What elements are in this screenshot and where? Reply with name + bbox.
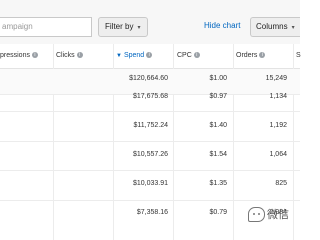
- filter-by-label: Filter by: [105, 22, 134, 31]
- column-header-spend[interactable]: ▼ Spend i: [116, 52, 153, 59]
- spend-cell: $17,675.68: [132, 93, 168, 100]
- spend-cell: $10,557.26: [132, 151, 168, 158]
- column-header-label: Orders: [236, 52, 258, 59]
- wechat-watermark: 微信: [248, 206, 300, 226]
- column-header-label: S: [296, 52, 301, 59]
- cpc-cell: $1.40: [209, 122, 227, 129]
- cpc-cell: $1.00: [209, 75, 227, 82]
- column-header-label: Spend: [123, 52, 145, 59]
- cpc-cell: $0.79: [209, 209, 227, 216]
- column-header-impressions[interactable]: pressions i: [0, 52, 38, 59]
- chevron-down-icon: ▾: [291, 25, 295, 31]
- info-icon[interactable]: i: [193, 52, 200, 58]
- column-header-label: Clicks: [56, 52, 75, 59]
- search-campaign-input[interactable]: ampaign: [0, 17, 92, 37]
- column-header-clicks[interactable]: Clicks i: [56, 52, 83, 59]
- chevron-down-icon: ▾: [137, 25, 141, 31]
- cpc-cell: $1.54: [209, 151, 227, 158]
- orders-cell: 1,134: [269, 93, 287, 100]
- column-header-label: pressions: [0, 52, 30, 59]
- cpc-cell: $0.97: [209, 93, 227, 100]
- cpc-cell: $1.35: [209, 180, 227, 187]
- info-icon[interactable]: i: [146, 52, 153, 58]
- table-row[interactable]: $10,557.26 $1.54 1,064: [0, 142, 300, 171]
- spend-cell: $11,752.24: [133, 122, 168, 129]
- info-icon[interactable]: i: [259, 52, 266, 58]
- column-header-cpc[interactable]: CPC i: [177, 52, 200, 59]
- table-row[interactable]: $10,033.91 $1.35 825: [0, 171, 300, 201]
- wechat-logo-icon: [248, 206, 265, 222]
- spend-cell: $7,358.16: [136, 209, 168, 216]
- sort-descending-icon: ▼: [116, 53, 122, 59]
- table-row[interactable]: $11,752.24 $1.40 1,192: [0, 112, 300, 142]
- column-header-label: CPC: [177, 52, 192, 59]
- watermark-text: 微信: [267, 209, 289, 221]
- table-header-row: pressions i Clicks i ▼ Spend i CPC i Orders i …: [0, 44, 301, 69]
- orders-cell: 1,192: [269, 122, 287, 129]
- orders-cell: 825: [275, 180, 287, 187]
- column-header-next[interactable]: S: [296, 52, 301, 59]
- table-row[interactable]: $17,675.68 $0.97 1,134: [0, 86, 300, 112]
- orders-cell: 15,249: [265, 75, 287, 82]
- table-toolbar: ampaign Filter by ▾ Hide chart Columns ▾: [0, 0, 300, 44]
- filter-by-button[interactable]: Filter by ▾: [98, 17, 148, 37]
- orders-cell: 1,064: [269, 151, 287, 158]
- spend-cell: $120,664.60: [129, 75, 168, 82]
- column-header-orders[interactable]: Orders i: [236, 52, 266, 59]
- info-icon[interactable]: i: [31, 52, 38, 58]
- columns-label: Columns: [256, 22, 288, 31]
- spend-cell: $10,033.91: [132, 180, 168, 187]
- hide-chart-link[interactable]: Hide chart: [204, 21, 240, 30]
- info-icon[interactable]: i: [76, 52, 83, 58]
- columns-button[interactable]: Columns ▾: [250, 17, 300, 37]
